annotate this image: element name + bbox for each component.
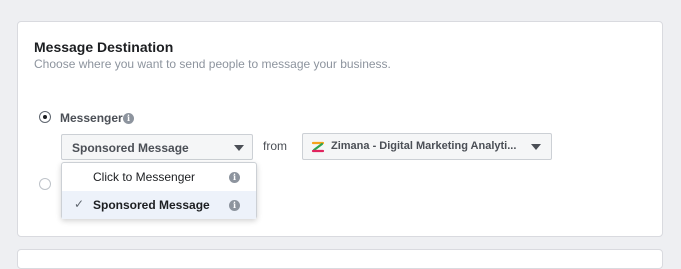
info-icon[interactable]: i <box>229 172 240 183</box>
message-type-menu: Click to Messenger i ✓ Sponsored Message… <box>61 162 257 219</box>
messenger-label: Messenger <box>60 111 123 125</box>
chevron-down-icon <box>531 144 541 150</box>
section-title: Message Destination <box>34 39 174 55</box>
menu-item-sponsored-message[interactable]: ✓ Sponsored Message i <box>62 191 256 219</box>
check-icon: ✓ <box>74 197 85 211</box>
second-option-radio[interactable] <box>39 178 51 190</box>
page-select[interactable]: Zimana - Digital Marketing Analyti... <box>302 133 552 160</box>
from-label: from <box>263 139 287 153</box>
message-destination-card: Message Destination Choose where you wan… <box>17 21 663 237</box>
menu-item-label: Click to Messenger <box>93 170 196 184</box>
page-logo-icon <box>311 141 325 153</box>
menu-item-label: Sponsored Message <box>93 198 210 212</box>
info-icon[interactable]: i <box>229 200 240 211</box>
page-name: Zimana - Digital Marketing Analyti... <box>331 140 517 152</box>
menu-item-click-to-messenger[interactable]: Click to Messenger i <box>62 163 256 191</box>
next-section-card <box>17 249 663 269</box>
info-icon[interactable]: i <box>123 113 134 124</box>
messenger-radio[interactable] <box>39 111 51 123</box>
section-subtitle: Choose where you want to send people to … <box>34 57 391 71</box>
chevron-down-icon <box>234 145 244 151</box>
message-type-select[interactable]: Sponsored Message <box>61 134 253 160</box>
message-type-selected-value: Sponsored Message <box>72 141 189 155</box>
